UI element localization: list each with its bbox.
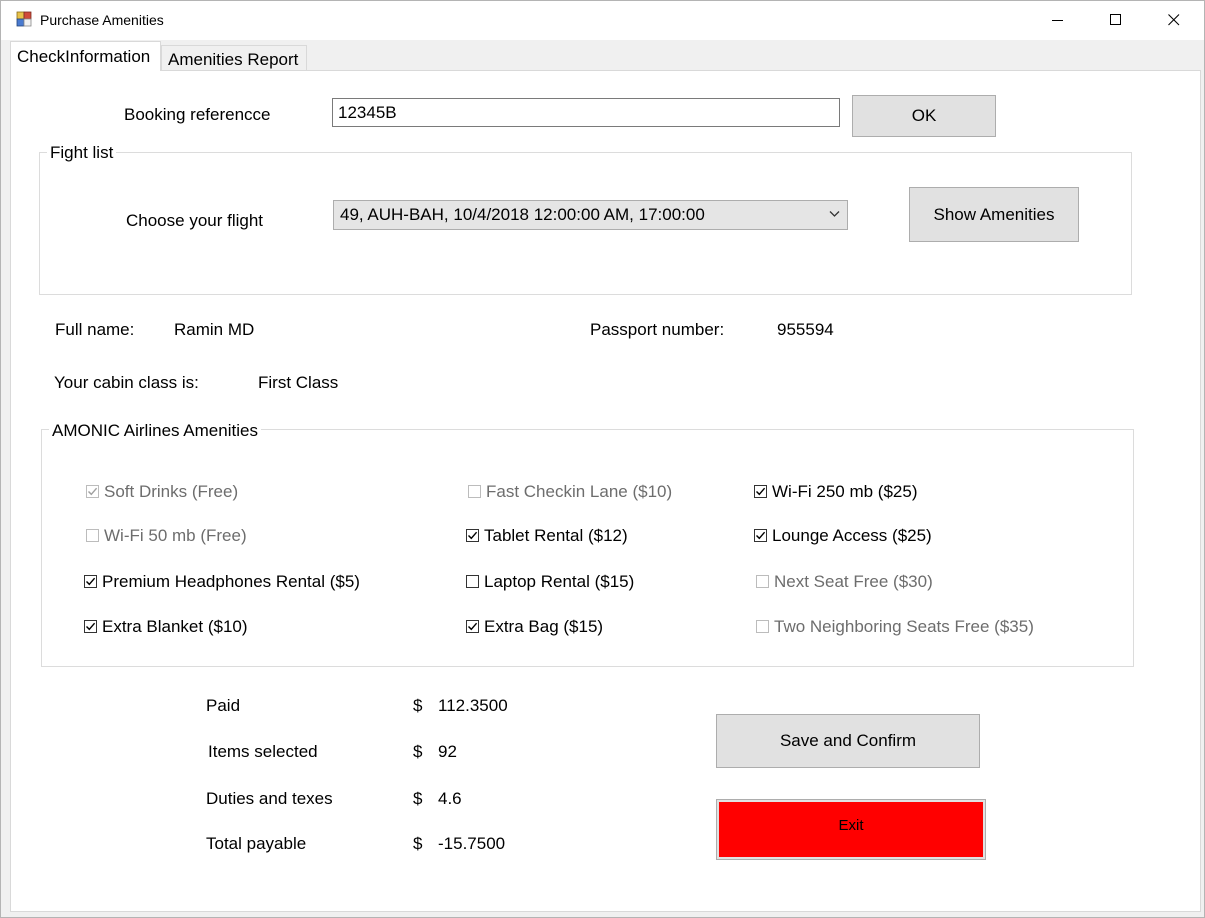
chevron-down-icon: [829, 211, 840, 217]
amenity-label: Soft Drinks (Free): [104, 482, 239, 501]
cabin-class-label: Your cabin class is:: [54, 373, 199, 392]
amenity-label: Extra Bag ($15): [484, 617, 604, 636]
currency-symbol: $: [413, 834, 423, 853]
amenity-label: Extra Blanket ($10): [102, 617, 248, 636]
title-bar[interactable]: Purchase Amenities: [1, 1, 1204, 40]
ok-button[interactable]: OK: [852, 95, 996, 137]
full-name-value: Ramin MD: [174, 320, 255, 339]
save-and-confirm-button[interactable]: Save and Confirm: [716, 714, 980, 768]
summary-label: Items selected: [208, 742, 318, 761]
summary-label: Paid: [206, 696, 241, 715]
summary-value: 92: [438, 742, 457, 761]
tab-check-information[interactable]: CheckInformation: [10, 41, 161, 71]
amenity-label: Two Neighboring Seats Free ($35): [774, 617, 1034, 636]
amenity-label: Tablet Rental ($12): [484, 526, 628, 545]
checked-box-icon[interactable]: [466, 620, 479, 633]
flight-select[interactable]: 49, AUH-BAH, 10/4/2018 12:00:00 AM, 17:0…: [333, 200, 848, 230]
summary-value: -15.7500: [438, 834, 506, 853]
amenities-caption: AMONIC Airlines Amenities: [49, 422, 261, 440]
flight-select-value: 49, AUH-BAH, 10/4/2018 12:00:00 AM, 17:0…: [340, 205, 705, 224]
close-button[interactable]: [1146, 1, 1204, 40]
summary-value: 112.3500: [438, 696, 508, 715]
checked-box-icon[interactable]: [86, 485, 99, 498]
minimize-button[interactable]: [1030, 1, 1088, 40]
show-amenities-button[interactable]: Show Amenities: [909, 187, 1079, 242]
flight-list-caption: Fight list: [47, 144, 117, 162]
close-icon: [1168, 14, 1180, 26]
amenity-label: Lounge Access ($25): [772, 526, 932, 545]
cabin-class-value: First Class: [258, 373, 339, 392]
checked-box-icon[interactable]: [84, 620, 97, 633]
amenity-label: Fast Checkin Lane ($10): [486, 482, 673, 501]
purchase-amenities-window: Purchase Amenities CheckInformation Amen…: [0, 0, 1205, 918]
maximize-button[interactable]: [1088, 1, 1146, 40]
minimize-icon: [1052, 20, 1063, 21]
currency-symbol: $: [413, 742, 423, 761]
checked-box-icon[interactable]: [754, 529, 767, 542]
checked-box-icon[interactable]: [466, 529, 479, 542]
tab-amenities-report[interactable]: Amenities Report: [161, 45, 307, 72]
amenity-label: Laptop Rental ($15): [484, 572, 635, 591]
checked-box-icon[interactable]: [84, 575, 97, 588]
unchecked-box-icon[interactable]: [756, 620, 769, 633]
checked-box-icon[interactable]: [754, 485, 767, 498]
choose-flight-label: Choose your flight: [126, 211, 264, 230]
amenity-label: Premium Headphones Rental ($5): [102, 572, 360, 591]
currency-symbol: $: [413, 789, 423, 808]
currency-symbol: $: [413, 696, 423, 715]
passport-value: 955594: [777, 320, 834, 339]
summary-label: Duties and texes: [206, 789, 333, 808]
summary-label: Total payable: [206, 834, 307, 853]
window-title: Purchase Amenities: [40, 12, 164, 28]
booking-reference-label: Booking referencce: [124, 105, 271, 124]
app-icon: [16, 11, 32, 27]
full-name-label: Full name:: [55, 320, 135, 339]
unchecked-box-icon[interactable]: [468, 485, 481, 498]
unchecked-box-icon[interactable]: [86, 529, 99, 542]
booking-reference-input[interactable]: 12345B: [332, 98, 840, 127]
passport-label: Passport number:: [590, 320, 725, 339]
unchecked-box-icon[interactable]: [466, 575, 479, 588]
amenity-label: Next Seat Free ($30): [774, 572, 933, 591]
exit-button[interactable]: Exit: [716, 799, 986, 860]
exit-button-label: Exit: [719, 802, 983, 857]
amenity-label: Wi-Fi 50 mb (Free): [104, 526, 247, 545]
unchecked-box-icon[interactable]: [756, 575, 769, 588]
amenity-label: Wi-Fi 250 mb ($25): [772, 482, 918, 501]
summary-value: 4.6: [438, 789, 462, 808]
maximize-icon: [1110, 14, 1121, 25]
